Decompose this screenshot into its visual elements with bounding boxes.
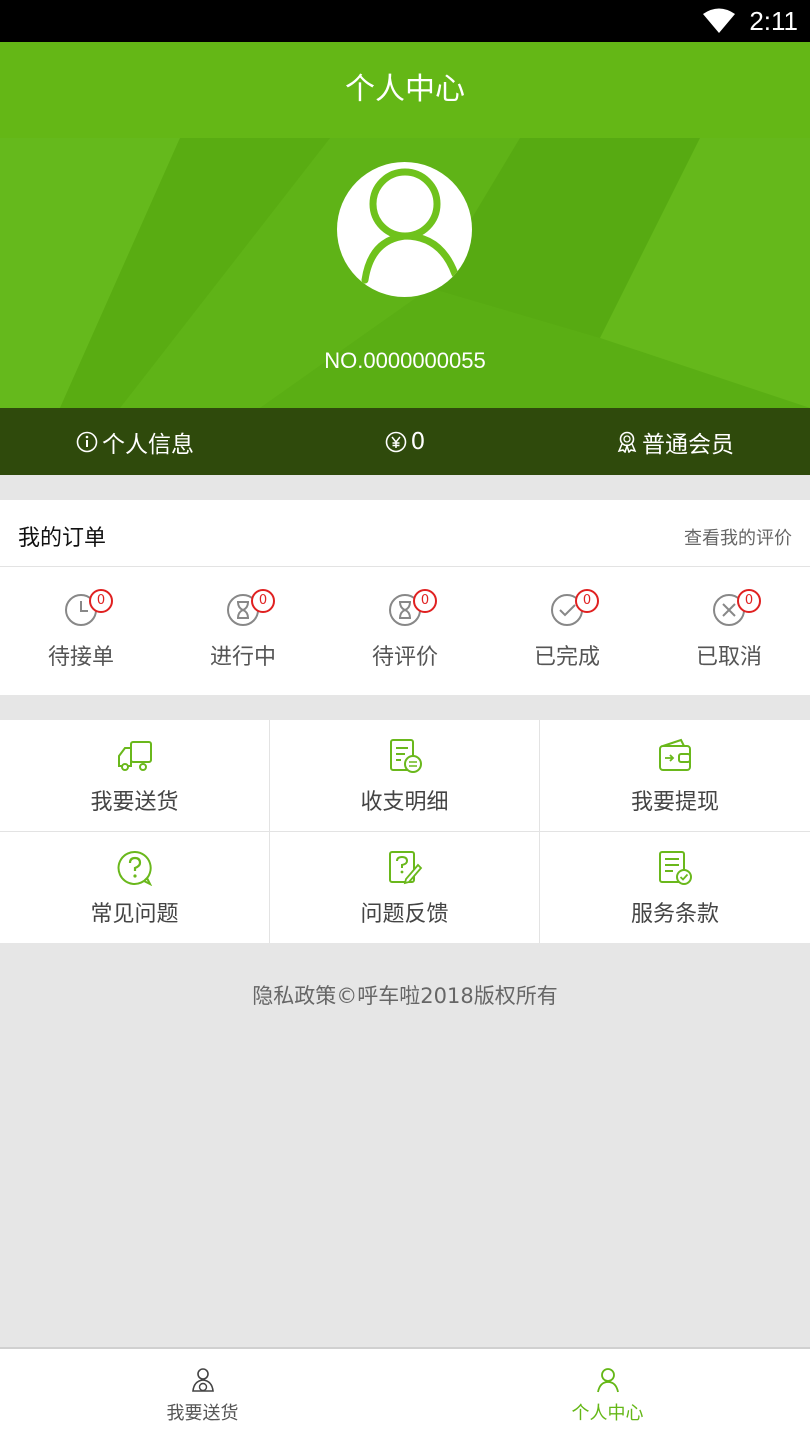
balance-value: 0 xyxy=(410,428,426,455)
status-badge: 0 xyxy=(251,589,275,613)
service-feedback[interactable]: 问题反馈 xyxy=(270,831,540,943)
orders-title: 我的订单 xyxy=(18,526,107,551)
tab-deliver[interactable]: 我要送货 xyxy=(0,1349,405,1440)
status-badge: 0 xyxy=(575,589,599,613)
order-status-completed[interactable]: 0 已完成 xyxy=(486,567,648,695)
my-orders-section: 我的订单 查看我的评价 0 待接单 0 进行中 0 待评价 0 已完成 0 已取… xyxy=(0,500,810,695)
personal-info-label: 个人信息 xyxy=(102,431,194,458)
service-terms[interactable]: 服务条款 xyxy=(540,832,810,944)
wifi-icon xyxy=(703,8,735,33)
service-grid: 我要送货 收支明细 我要提现 常见问题 问题反馈 服务条款 xyxy=(0,720,810,943)
order-status-label: 进行中 xyxy=(209,645,276,670)
wallet-icon xyxy=(659,738,691,771)
order-status-cancelled[interactable]: 0 已取消 xyxy=(648,567,810,695)
member-level-button[interactable]: 普通会员 xyxy=(540,408,810,475)
view-reviews-link[interactable]: 查看我的评价 xyxy=(684,524,792,550)
status-bar: 2:11 xyxy=(0,0,810,42)
order-status-row: 0 待接单 0 进行中 0 待评价 0 已完成 0 已取消 xyxy=(0,567,810,695)
person-icon xyxy=(596,1368,619,1393)
tab-label: 个人中心 xyxy=(571,1403,644,1424)
member-level-label: 普通会员 xyxy=(642,431,734,458)
order-status-label: 已取消 xyxy=(695,645,762,670)
driver-icon xyxy=(191,1368,214,1392)
service-label: 我要提现 xyxy=(630,790,719,815)
personal-info-button[interactable]: 个人信息 xyxy=(0,408,270,475)
balance-button[interactable]: 0 xyxy=(270,408,540,475)
status-badge: 0 xyxy=(89,589,113,613)
order-status-label: 已完成 xyxy=(533,645,600,670)
member-number: NO.0000000055 xyxy=(324,348,486,373)
service-label: 常见问题 xyxy=(90,901,179,927)
service-withdraw[interactable]: 我要提现 xyxy=(540,720,810,832)
info-icon xyxy=(76,431,98,452)
order-status-in-progress[interactable]: 0 进行中 xyxy=(162,567,324,695)
service-faq[interactable]: 常见问题 xyxy=(0,831,270,943)
status-badge: 0 xyxy=(413,589,437,613)
service-label: 服务条款 xyxy=(630,901,719,927)
avatar[interactable] xyxy=(337,162,472,297)
service-bill-detail[interactable]: 收支明细 xyxy=(270,720,540,832)
terms-document-icon xyxy=(659,850,692,885)
orders-header: 我的订单 查看我的评价 xyxy=(0,500,810,567)
status-time: 2:11 xyxy=(749,6,798,36)
order-status-to-review[interactable]: 0 待评价 xyxy=(324,567,486,695)
order-status-label: 待评价 xyxy=(371,645,438,670)
service-label: 收支明细 xyxy=(360,790,449,815)
profile-header: NO.0000000055 xyxy=(0,138,810,408)
service-label: 问题反馈 xyxy=(360,901,449,927)
tab-label: 我要送货 xyxy=(166,1403,239,1424)
info-bar: 个人信息 0 普通会员 xyxy=(0,408,810,475)
tab-profile[interactable]: 个人中心 xyxy=(405,1349,810,1440)
service-label: 我要送货 xyxy=(90,790,179,815)
page-title: 个人中心 xyxy=(0,42,810,138)
medal-icon xyxy=(617,431,637,453)
copyright-text[interactable]: 隐私政策©呼车啦2018版权所有 xyxy=(0,980,810,1010)
order-status-pending[interactable]: 0 待接单 xyxy=(0,567,162,695)
order-status-label: 待接单 xyxy=(47,645,114,670)
bottom-tab-bar: 我要送货 个人中心 xyxy=(0,1347,810,1440)
question-bubble-icon xyxy=(117,850,153,886)
user-avatar-icon xyxy=(361,168,459,284)
truck-icon xyxy=(118,741,152,771)
status-badge: 0 xyxy=(737,589,761,613)
feedback-edit-icon xyxy=(389,850,423,884)
yuan-icon xyxy=(385,431,406,452)
bill-icon xyxy=(390,739,422,773)
service-deliver[interactable]: 我要送货 xyxy=(0,720,270,832)
